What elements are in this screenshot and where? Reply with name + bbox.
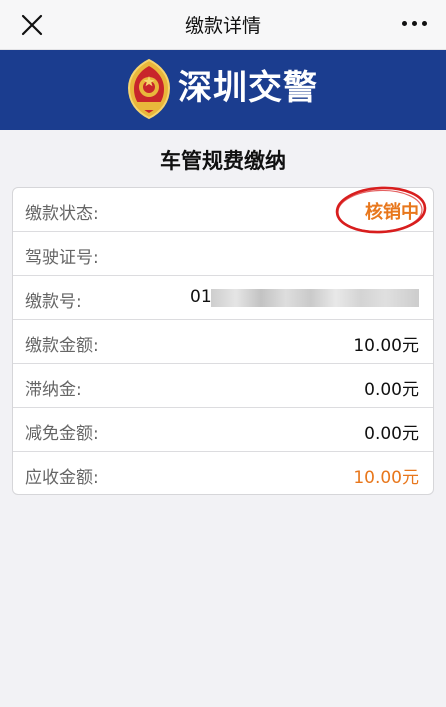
nav-title: 缴款详情 bbox=[184, 15, 261, 37]
row-deduction: 减免金额: 0.00元 bbox=[13, 408, 433, 452]
amount-due-value: 10.00元 bbox=[353, 468, 419, 488]
late-fee-value: 0.00元 bbox=[364, 380, 419, 400]
row-label: 缴款号: bbox=[25, 292, 82, 312]
row-payment-amount: 缴款金额: 10.00元 bbox=[13, 320, 433, 364]
row-payment-number: 缴款号: 01 bbox=[13, 276, 433, 320]
row-amount-due: 应收金额: 10.00元 bbox=[13, 452, 433, 494]
row-label: 减免金额: bbox=[25, 424, 99, 444]
more-dots-icon[interactable] bbox=[400, 20, 430, 28]
navigation-bar: 缴款详情 bbox=[0, 0, 446, 50]
row-late-fee: 滞纳金: 0.00元 bbox=[13, 364, 433, 408]
redacted-mosaic bbox=[211, 289, 419, 307]
row-label: 滞纳金: bbox=[25, 380, 82, 400]
page-title: 车管规费缴纳 bbox=[160, 149, 286, 173]
banner-title: 深圳交警 bbox=[178, 68, 318, 108]
deduction-value: 0.00元 bbox=[364, 424, 419, 444]
row-label: 应收金额: bbox=[25, 468, 99, 488]
banner: 深圳交警 bbox=[0, 50, 446, 130]
row-label: 缴款金额: bbox=[25, 336, 99, 356]
row-label: 缴款状态: bbox=[25, 204, 99, 224]
row-label: 驾驶证号: bbox=[25, 248, 99, 268]
annotation-circle bbox=[335, 186, 427, 234]
payment-amount-value: 10.00元 bbox=[353, 336, 419, 356]
police-emblem-icon bbox=[125, 58, 173, 120]
row-license-number: 驾驶证号: bbox=[13, 232, 433, 276]
payment-number-value: 01 bbox=[190, 287, 212, 307]
